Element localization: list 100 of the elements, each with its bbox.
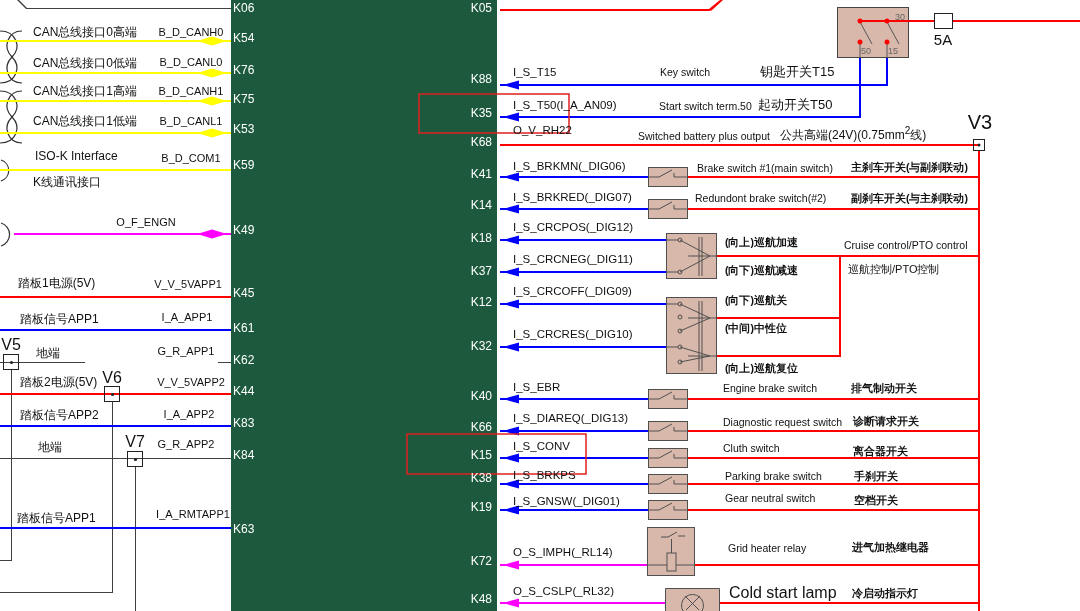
signal-name: B_D_CANH0	[158, 26, 224, 40]
description-label: Parking brake switch	[725, 469, 822, 483]
pin-label: K45	[233, 285, 255, 301]
signal-name: O_F_ENGN	[116, 216, 176, 230]
splice-label: V3	[967, 110, 993, 134]
switch-icon	[648, 448, 688, 468]
lamp-icon	[665, 588, 720, 611]
pin-label: K63	[233, 521, 255, 537]
signal-name: I_S_EBR	[513, 381, 561, 395]
splice-label: V6	[102, 368, 122, 388]
description-label: Brake switch #1(main switch)	[697, 161, 833, 175]
circuit-label: 踏板1电源(5V)	[18, 275, 96, 291]
pin-label: K68	[470, 134, 492, 150]
pin-label: K19	[470, 499, 492, 515]
description-label: Key switch	[660, 65, 711, 79]
circuit-label: 踏板信号APP1	[17, 510, 96, 526]
switch-icon	[648, 199, 688, 219]
description-label: Start switch term.50	[659, 99, 752, 113]
description-label: Switched battery plus output	[638, 129, 770, 143]
switch-position-label: (向下)巡航关	[725, 293, 787, 307]
pin-label: K38	[470, 470, 492, 486]
connector-end-icon	[0, 222, 11, 247]
terminal-label: 15	[888, 45, 898, 57]
terminal-label: 50	[861, 45, 871, 57]
circuit-label: 踏板2电源(5V)	[20, 374, 98, 390]
group-title: 巡航控制/PTO控制	[848, 263, 940, 277]
pin-label: K40	[470, 388, 492, 404]
switch-icon	[648, 389, 688, 409]
pin-label: K83	[233, 415, 255, 431]
pin-label: K41	[470, 166, 492, 182]
signal-name: B_D_CANH1	[158, 85, 224, 99]
signal-name: B_D_CANL0	[159, 56, 223, 70]
pin-label: K61	[233, 320, 255, 336]
chinese-label: 主刹车开关(与副刹联动)	[851, 160, 968, 174]
signal-name: I_S_CRCNEG(_DIG11)	[513, 253, 633, 267]
chinese-label: 手刹开关	[854, 469, 898, 483]
chinese-label: 公共高端(24V)(0.75mm$^{2}$线)	[780, 124, 927, 143]
signal-name: I_A_RMTAPP1	[156, 508, 230, 522]
chinese-label: 诊断请求开关	[853, 414, 919, 428]
circuit-label: CAN总线接口1高端	[33, 83, 137, 99]
pin-label: K66	[470, 419, 492, 435]
signal-name: G_R_APP1	[157, 345, 215, 359]
switch-position-label: (向上)巡航加速	[725, 235, 798, 249]
switch-icon	[648, 500, 688, 520]
splice-icon	[3, 354, 19, 370]
splice-icon	[127, 451, 143, 467]
signal-name: V_V_5VAPP2	[157, 376, 225, 390]
chinese-label: 进气加热继电器	[852, 540, 929, 554]
circuit-label: CAN总线接口0低端	[33, 55, 137, 71]
signal-name: I_S_GNSW(_DIG01)	[513, 495, 620, 509]
switch-icon	[648, 474, 688, 494]
switch-position-label: (向上)巡航复位	[725, 361, 798, 375]
pin-label: K37	[470, 263, 492, 279]
description-label: Redundont brake switch(#2)	[695, 191, 827, 205]
circuit-label: 地端	[36, 345, 60, 361]
description-label: Engine brake switch	[723, 381, 817, 395]
pin-label: K75	[233, 91, 255, 107]
twisted-pair-icon	[0, 30, 23, 84]
splice-icon	[104, 386, 120, 402]
signal-name: B_D_COM1	[161, 152, 221, 166]
description-label: Cluth switch	[723, 441, 780, 455]
fuse-icon	[934, 13, 953, 29]
pin-label: K72	[470, 553, 492, 569]
signal-name: I_S_BRKRED(_DIG07)	[513, 191, 632, 205]
signal-name: I_A_APP2	[163, 408, 215, 422]
splice-label: V7	[125, 432, 145, 452]
circuit-label: CAN总线接口0高端	[33, 24, 137, 40]
terminal-label: 30	[895, 11, 905, 23]
signal-name: I_S_T15	[513, 66, 557, 80]
circuit-label: ISO-K Interface	[35, 148, 118, 164]
connector-end-icon	[0, 159, 10, 182]
signal-name: I_S_CRCOFF(_DIG09)	[513, 285, 632, 299]
chinese-label: 钥匙开关T15	[760, 64, 835, 80]
signal-name: G_R_APP2	[157, 438, 215, 452]
chinese-label: 排气制动开关	[851, 381, 917, 395]
pin-label: K88	[470, 71, 492, 87]
switch-position-label: (中间)中性位	[725, 321, 787, 335]
pin-label: K76	[233, 62, 255, 78]
pin-label: K18	[470, 230, 492, 246]
pin-label: K49	[233, 222, 255, 238]
pin-label: K06	[233, 0, 255, 16]
chinese-label: 空档开关	[854, 493, 898, 507]
pin-label: K54	[233, 30, 255, 46]
signal-name: I_A_APP1	[161, 311, 213, 325]
ignition-switch-icon	[837, 7, 909, 58]
chinese-label: 副刹车开关(与主刹联动)	[851, 191, 968, 205]
chinese-label: 起动开关T50	[758, 97, 833, 113]
signal-name: I_S_CRCPOS(_DIG12)	[513, 221, 634, 235]
pin-label: K14	[470, 197, 492, 213]
description-label: Gear neutral switch	[725, 491, 816, 505]
signal-name: B_D_CANL1	[159, 115, 223, 129]
pin-label: K53	[233, 121, 255, 137]
signal-name: I_S_CRCRES(_DIG10)	[513, 328, 633, 342]
switch-position-label: (向下)巡航减速	[725, 263, 798, 277]
fuse-rating: 5A	[933, 31, 953, 49]
chinese-label: 离合器开关	[853, 444, 908, 458]
circuit-label: 踏板信号APP1	[20, 311, 99, 327]
pin-label: K44	[233, 383, 255, 399]
pin-label: K84	[233, 447, 255, 463]
circuit-label: CAN总线接口1低端	[33, 113, 137, 129]
